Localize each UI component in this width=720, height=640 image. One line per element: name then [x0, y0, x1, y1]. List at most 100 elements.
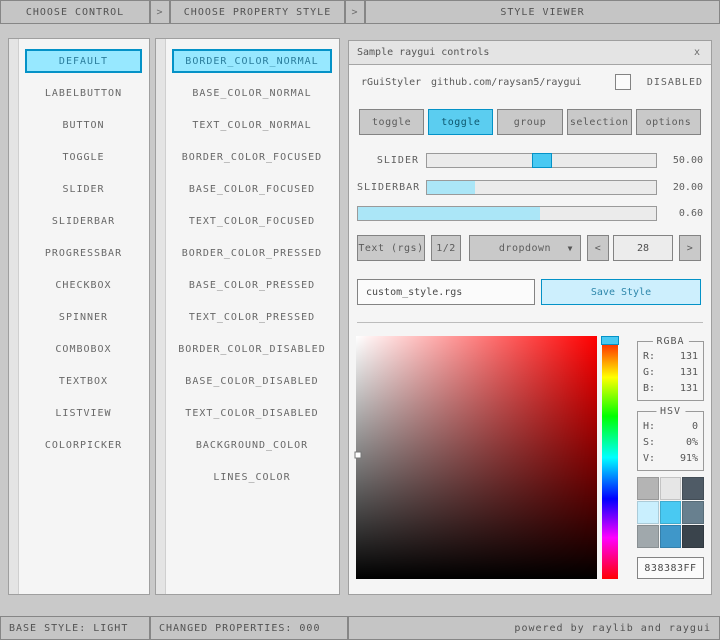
color-swatch[interactable]: [637, 525, 659, 548]
chevron-right-icon: >: [150, 0, 170, 24]
toggle-group-item[interactable]: group: [497, 109, 562, 135]
spinner-increase-button[interactable]: >: [679, 235, 701, 261]
toggle-group-item[interactable]: options: [636, 109, 701, 135]
sliderbar[interactable]: [426, 180, 657, 195]
properties-list-panel: BORDER_COLOR_NORMAL BASE_COLOR_NORMAL TE…: [155, 38, 340, 595]
spinner-decrease-button[interactable]: <: [587, 235, 609, 261]
half-button[interactable]: 1/2: [431, 235, 461, 261]
property-list-item[interactable]: BORDER_COLOR_FOCUSED: [172, 145, 332, 169]
v-value: 91%: [680, 453, 698, 464]
github-link[interactable]: github.com/raysan5/raygui: [431, 77, 582, 88]
property-list-item[interactable]: TEXT_COLOR_PRESSED: [172, 305, 332, 329]
toggle-group-item-active[interactable]: toggle: [428, 109, 493, 135]
controls-list-scrollbar[interactable]: [9, 39, 19, 594]
slider-handle[interactable]: [532, 153, 552, 168]
property-list-item[interactable]: BORDER_COLOR_PRESSED: [172, 241, 332, 265]
toggle-group-item[interactable]: selection: [567, 109, 632, 135]
hue-bar[interactable]: [602, 336, 618, 579]
color-swatch[interactable]: [637, 501, 659, 524]
property-list-item[interactable]: BACKGROUND_COLOR: [172, 433, 332, 457]
property-list-item[interactable]: BASE_COLOR_PRESSED: [172, 273, 332, 297]
slider-row: SLIDER 50.00: [357, 153, 703, 168]
control-list-item[interactable]: CHECKBOX: [25, 273, 142, 297]
save-row: custom_style.rgs Save Style: [349, 279, 711, 305]
hue-handle[interactable]: [601, 336, 619, 345]
r-value: 131: [680, 351, 698, 362]
color-swatch[interactable]: [660, 477, 682, 500]
slider-value: 50.00: [663, 155, 703, 166]
dropdown[interactable]: dropdown ▼: [469, 235, 581, 261]
color-picker-area[interactable]: [356, 336, 597, 579]
s-value: 0%: [686, 437, 698, 448]
property-list-item[interactable]: TEXT_COLOR_DISABLED: [172, 401, 332, 425]
control-list-item[interactable]: SLIDERBAR: [25, 209, 142, 233]
slider-label: SLIDER: [357, 155, 419, 166]
bottom-status-bar: BASE STYLE: LIGHT CHANGED PROPERTIES: 00…: [0, 616, 720, 640]
color-swatch[interactable]: [660, 501, 682, 524]
control-list-item[interactable]: DEFAULT: [25, 49, 142, 73]
rgba-row-b: B: 131: [638, 383, 703, 394]
spinner-value-box[interactable]: 28: [613, 235, 673, 261]
hsv-groupbox: HSV H: 0 S: 0% V: 91%: [637, 411, 704, 471]
property-list-item[interactable]: TEXT_COLOR_NORMAL: [172, 113, 332, 137]
g-label: G:: [643, 367, 655, 378]
style-color-swatches: [637, 477, 704, 548]
hex-color-input[interactable]: 838383FF: [637, 557, 704, 579]
control-list-item[interactable]: LISTVIEW: [25, 401, 142, 425]
color-picker-cursor[interactable]: [355, 452, 362, 459]
divider: [357, 322, 703, 323]
properties-list: BORDER_COLOR_NORMAL BASE_COLOR_NORMAL TE…: [172, 49, 332, 497]
rgba-title: RGBA: [652, 336, 688, 347]
widgets-row: Text (rgs) 1/2 dropdown ▼ < 28 >: [349, 235, 711, 261]
b-label: B:: [643, 383, 655, 394]
sliderbar-value: 20.00: [663, 182, 703, 193]
h-label: H:: [643, 421, 655, 432]
save-style-button[interactable]: Save Style: [541, 279, 701, 305]
rgba-row-g: G: 131: [638, 367, 703, 378]
filename-input[interactable]: custom_style.rgs: [357, 279, 535, 305]
control-list-item[interactable]: LABELBUTTON: [25, 81, 142, 105]
hsv-row-h: H: 0: [638, 421, 703, 432]
rgba-groupbox: RGBA R: 131 G: 131 B: 131: [637, 341, 704, 401]
properties-list-scrollbar[interactable]: [156, 39, 166, 594]
text-rgs-button[interactable]: Text (rgs): [357, 235, 425, 261]
property-list-item[interactable]: BORDER_COLOR_DISABLED: [172, 337, 332, 361]
b-value: 131: [680, 383, 698, 394]
progressbar: [357, 206, 657, 221]
s-label: S:: [643, 437, 655, 448]
color-swatch[interactable]: [682, 477, 704, 500]
color-swatch[interactable]: [660, 525, 682, 548]
disabled-checkbox[interactable]: [615, 74, 631, 90]
property-list-item[interactable]: BASE_COLOR_DISABLED: [172, 369, 332, 393]
property-list-item[interactable]: BASE_COLOR_FOCUSED: [172, 177, 332, 201]
brand-row: rGuiStyler github.com/raysan5/raygui DIS…: [349, 73, 711, 93]
close-icon[interactable]: x: [691, 47, 703, 58]
toggle-group-item[interactable]: toggle: [359, 109, 424, 135]
control-list-item[interactable]: SPINNER: [25, 305, 142, 329]
control-list-item[interactable]: COLORPICKER: [25, 433, 142, 457]
color-swatch[interactable]: [682, 525, 704, 548]
window-titlebar[interactable]: Sample raygui controls x: [349, 41, 711, 65]
control-list-item[interactable]: TEXTBOX: [25, 369, 142, 393]
step-choose-property-style[interactable]: CHOOSE PROPERTY STYLE: [170, 0, 345, 24]
step-choose-control[interactable]: CHOOSE CONTROL: [0, 0, 150, 24]
progressbar-value: 0.60: [663, 208, 703, 219]
dropdown-label: dropdown: [499, 243, 551, 254]
property-list-item[interactable]: TEXT_COLOR_FOCUSED: [172, 209, 332, 233]
control-list-item[interactable]: SLIDER: [25, 177, 142, 201]
control-list-item[interactable]: PROGRESSBAR: [25, 241, 142, 265]
property-list-item[interactable]: BASE_COLOR_NORMAL: [172, 81, 332, 105]
property-list-item[interactable]: LINES_COLOR: [172, 465, 332, 489]
color-swatch[interactable]: [637, 477, 659, 500]
slider[interactable]: [426, 153, 657, 168]
step-style-viewer[interactable]: STYLE VIEWER: [365, 0, 720, 24]
g-value: 131: [680, 367, 698, 378]
progressbar-fill: [358, 207, 540, 220]
control-list-item[interactable]: COMBOBOX: [25, 337, 142, 361]
base-style-status: BASE STYLE: LIGHT: [0, 616, 150, 640]
color-swatch[interactable]: [682, 501, 704, 524]
control-list-item[interactable]: TOGGLE: [25, 145, 142, 169]
style-viewer-window: Sample raygui controls x rGuiStyler gith…: [348, 40, 712, 595]
property-list-item[interactable]: BORDER_COLOR_NORMAL: [172, 49, 332, 73]
control-list-item[interactable]: BUTTON: [25, 113, 142, 137]
